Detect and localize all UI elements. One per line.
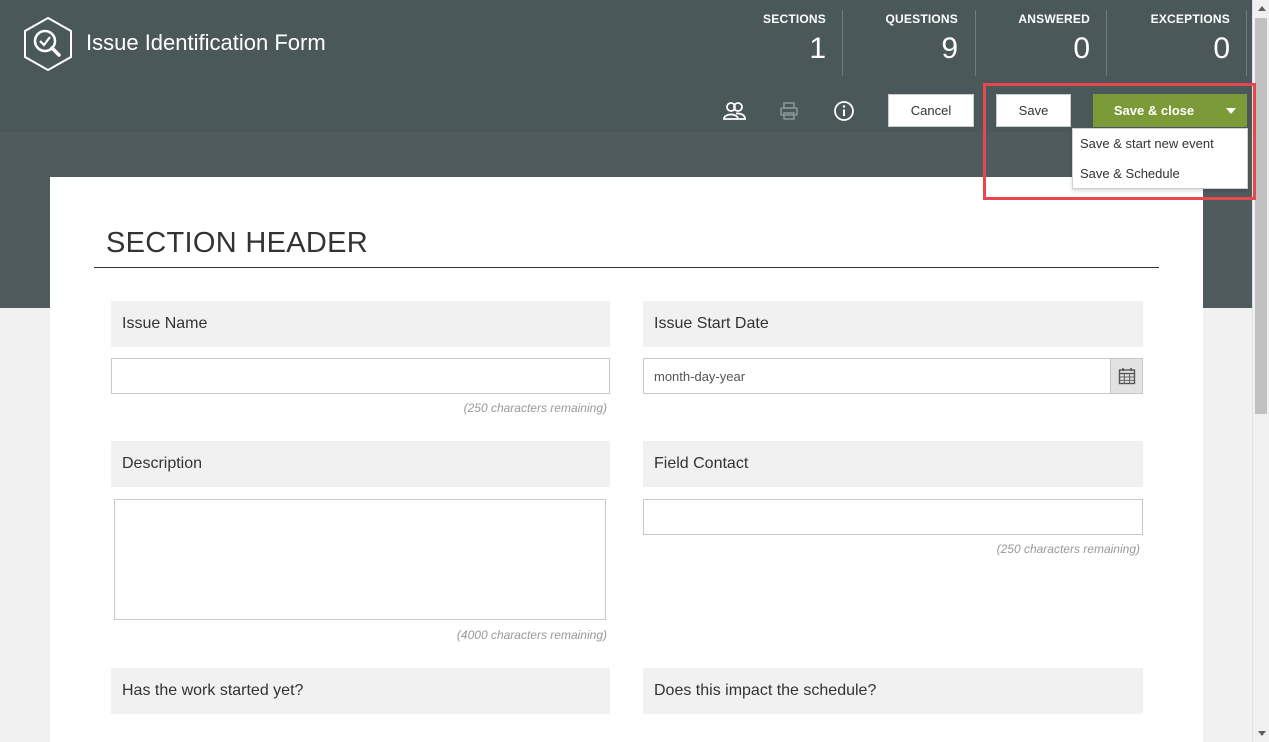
save-options-dropdown-toggle[interactable]: [1215, 94, 1247, 127]
scroll-down-arrow-icon[interactable]: [1253, 725, 1269, 742]
question-label-impact-schedule: Does this impact the schedule?: [643, 668, 1143, 714]
save-and-close-split-button: Save & close: [1093, 94, 1247, 127]
stat-divider: [975, 10, 976, 76]
app-title: Issue Identification Form: [86, 30, 326, 55]
cancel-button[interactable]: Cancel: [888, 94, 974, 127]
section-divider: [94, 267, 1159, 268]
caret-down-icon: [1226, 107, 1236, 114]
stat-value: 0: [1213, 32, 1230, 65]
issue-start-date-input[interactable]: month-day-year: [643, 358, 1143, 394]
stat-divider: [1246, 10, 1247, 76]
stat-label: SECTIONS: [763, 12, 826, 26]
calendar-icon[interactable]: [1110, 359, 1142, 393]
stat-value: 9: [941, 32, 958, 65]
save-options-menu: Save & start new event Save & Schedule: [1072, 128, 1248, 189]
stat-divider: [1106, 10, 1107, 76]
print-icon[interactable]: [776, 98, 802, 124]
info-icon[interactable]: [831, 98, 857, 124]
characters-remaining: (4000 characters remaining): [456, 628, 607, 642]
question-label-issue-start-date: Issue Start Date: [643, 301, 1143, 347]
stat-questions: QUESTIONS 9: [860, 12, 958, 76]
stat-divider: [842, 10, 843, 76]
stat-value: 0: [1073, 32, 1090, 65]
users-icon[interactable]: [721, 98, 747, 124]
save-button[interactable]: Save: [996, 94, 1071, 127]
stat-label: QUESTIONS: [885, 12, 958, 26]
characters-remaining: (250 characters remaining): [463, 401, 607, 415]
question-label-issue-name: Issue Name: [111, 301, 610, 347]
app-header: Issue Identification Form SECTIONS 1 QUE…: [0, 0, 1252, 132]
stat-label: EXCEPTIONS: [1150, 12, 1230, 26]
stat-exceptions: EXCEPTIONS 0: [1124, 12, 1230, 76]
menu-item-save-schedule[interactable]: Save & Schedule: [1073, 159, 1247, 189]
stat-label: ANSWERED: [1018, 12, 1090, 26]
characters-remaining: (250 characters remaining): [996, 542, 1140, 556]
stat-sections: SECTIONS 1: [746, 12, 826, 76]
menu-item-save-start-new-event[interactable]: Save & start new event: [1073, 129, 1247, 159]
question-label-description: Description: [111, 441, 610, 487]
issue-name-input[interactable]: [111, 358, 610, 394]
description-textarea[interactable]: [114, 499, 606, 620]
question-label-work-started: Has the work started yet?: [111, 668, 610, 714]
save-and-close-button[interactable]: Save & close: [1093, 94, 1215, 127]
stat-answered: ANSWERED 0: [994, 12, 1090, 76]
date-placeholder: month-day-year: [654, 369, 746, 384]
scrollbar-thumb[interactable]: [1255, 18, 1267, 414]
magnify-check-hexagon-icon: [22, 16, 74, 72]
form-card: SECTION HEADER Issue Name (250 character…: [50, 177, 1203, 742]
stat-value: 1: [809, 32, 826, 65]
field-contact-input[interactable]: [643, 499, 1143, 535]
page-scrollbar[interactable]: [1252, 0, 1269, 742]
scroll-up-arrow-icon[interactable]: [1253, 0, 1269, 17]
section-title: SECTION HEADER: [106, 227, 369, 259]
question-label-field-contact: Field Contact: [643, 441, 1143, 487]
